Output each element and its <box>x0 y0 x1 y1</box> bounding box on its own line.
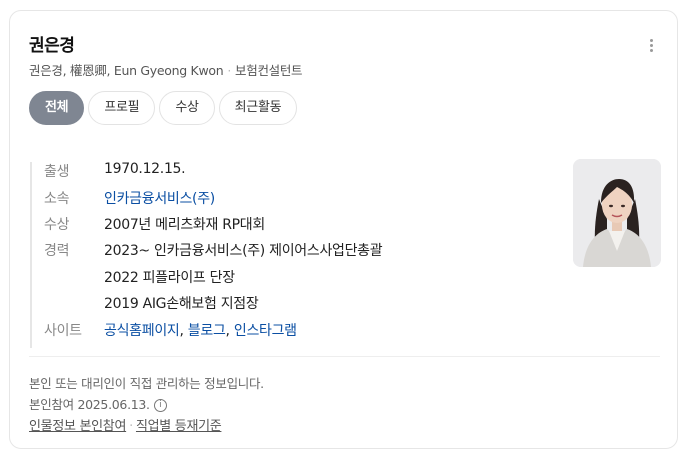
affiliation-link[interactable]: 인카금융서비스(주) <box>104 188 215 208</box>
tab-recent-activity[interactable]: 최근활동 <box>218 91 298 125</box>
blog-link[interactable]: 블로그 <box>188 323 226 339</box>
info-row-award: 수상 2007년 메리츠화재 RP대회 <box>44 214 265 234</box>
career-item: 2023~ 인카금융서비스(주) 제이어스사업단총괄 <box>104 243 383 259</box>
info-row-site: 사이트 공식홈페이지, 블로그, 인스타그램 <box>44 320 297 340</box>
birth-value: 1970.12.15. <box>104 161 186 177</box>
self-participation-link[interactable]: 인물정보 본인참여 <box>29 419 126 434</box>
tab-awards[interactable]: 수상 <box>159 91 215 125</box>
person-name: 권은경 <box>29 36 75 56</box>
person-subline: 권은경, 權恩卿, Eun Gyeong Kwon · 보험컨설턴트 <box>29 60 303 79</box>
info-row-birth: 출생 1970.12.15. <box>44 161 186 181</box>
info-row-affiliation: 소속 인카금융서비스(주) <box>44 188 215 208</box>
section-divider <box>29 356 660 357</box>
award-value: 2007년 메리츠화재 RP대회 <box>104 217 265 233</box>
info-row-career-2: 2022 피플라이프 단장 <box>44 267 235 286</box>
birth-label: 출생 <box>44 164 70 180</box>
tab-profile[interactable]: 프로필 <box>88 91 156 125</box>
separator-dot: · <box>227 63 232 78</box>
info-left-bar <box>30 162 32 348</box>
career-item: 2019 AIG손해보험 지점장 <box>104 296 259 312</box>
footer-separator: · <box>129 419 133 434</box>
profile-card: 권은경 권은경, 權恩卿, Eun Gyeong Kwon · 보험컨설턴트 전체 … <box>9 10 678 449</box>
managed-notice: 본인 또는 대리인이 직접 관리하는 정보입니다. <box>29 376 264 391</box>
site-label: 사이트 <box>44 323 82 339</box>
site-separator: , <box>225 323 234 339</box>
tab-bar: 전체 프로필 수상 최근활동 <box>29 91 298 125</box>
official-homepage-link[interactable]: 공식홈페이지 <box>104 323 180 339</box>
profile-photo[interactable] <box>573 159 661 267</box>
instagram-link[interactable]: 인스타그램 <box>234 323 297 339</box>
verified-date: 본인참여 2025.06.13. <box>29 397 150 412</box>
site-separator: , <box>179 323 188 339</box>
person-occupation: 보험컨설턴트 <box>235 63 303 78</box>
verified-date-row: 본인참여 2025.06.13. i <box>29 394 167 413</box>
person-aliases: 권은경, 權恩卿, Eun Gyeong Kwon <box>29 63 224 78</box>
award-label: 수상 <box>44 217 70 233</box>
tab-all[interactable]: 전체 <box>29 91 85 125</box>
listing-criteria-link[interactable]: 직업별 등재기준 <box>136 419 222 434</box>
affiliation-label: 소속 <box>44 191 70 207</box>
more-options-icon[interactable] <box>650 39 656 55</box>
career-item: 2022 피플라이프 단장 <box>104 270 235 286</box>
footer-links: 인물정보 본인참여 · 직업별 등재기준 <box>29 415 222 434</box>
info-row-career: 경력 2023~ 인카금융서비스(주) 제이어스사업단총괄 <box>44 240 383 260</box>
info-row-career-3: 2019 AIG손해보험 지점장 <box>44 293 259 312</box>
career-label: 경력 <box>44 243 70 259</box>
info-icon[interactable]: i <box>153 399 167 412</box>
